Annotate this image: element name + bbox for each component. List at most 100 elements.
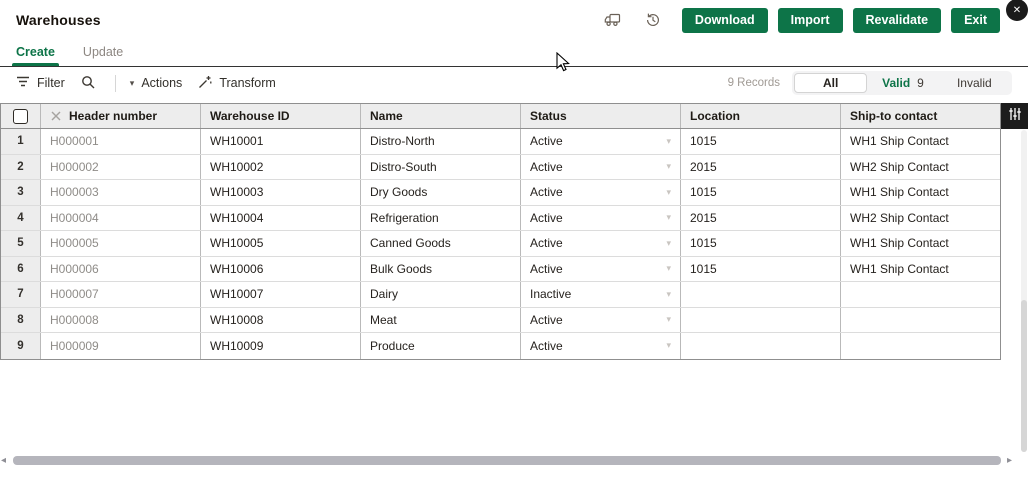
- history-icon[interactable]: [642, 9, 664, 31]
- cell-ship-to-contact[interactable]: [841, 333, 1000, 359]
- cell-header-number[interactable]: H000006: [41, 257, 201, 282]
- tab-create[interactable]: Create: [14, 40, 57, 66]
- cell-name[interactable]: Bulk Goods: [361, 257, 521, 282]
- table-row: 2 H000002 WH10002 Distro-South Active ▾ …: [1, 155, 1000, 181]
- cell-warehouse-id[interactable]: WH10009: [201, 333, 361, 359]
- scroll-left-arrow[interactable]: ◂: [1, 455, 6, 466]
- cell-header-number[interactable]: H000007: [41, 282, 201, 307]
- segment-valid[interactable]: Valid 9: [867, 73, 938, 93]
- cell-ship-to-contact[interactable]: WH1 Ship Contact: [841, 180, 1000, 205]
- cell-header-number[interactable]: H000008: [41, 308, 201, 333]
- table-row: 6 H000006 WH10006 Bulk Goods Active ▾ 10…: [1, 257, 1000, 283]
- cell-warehouse-id[interactable]: WH10006: [201, 257, 361, 282]
- column-header-header-number[interactable]: Header number: [41, 104, 201, 128]
- cell-ship-to-contact[interactable]: WH1 Ship Contact: [841, 129, 1000, 154]
- segment-invalid[interactable]: Invalid: [939, 73, 1010, 93]
- cell-status-dropdown[interactable]: Active ▾: [521, 180, 681, 205]
- cell-name[interactable]: Refrigeration: [361, 206, 521, 231]
- cell-warehouse-id[interactable]: WH10004: [201, 206, 361, 231]
- cell-warehouse-id[interactable]: WH10003: [201, 180, 361, 205]
- column-header-name[interactable]: Name: [361, 104, 521, 128]
- row-number[interactable]: 3: [1, 180, 41, 205]
- cell-status-dropdown[interactable]: Active ▾: [521, 129, 681, 154]
- cell-status-dropdown[interactable]: Active ▾: [521, 206, 681, 231]
- cell-status-dropdown[interactable]: Active ▾: [521, 155, 681, 180]
- actions-menu[interactable]: ▾ Actions: [130, 76, 183, 90]
- cell-name[interactable]: Distro-North: [361, 129, 521, 154]
- cell-name[interactable]: Canned Goods: [361, 231, 521, 256]
- cell-name[interactable]: Distro-South: [361, 155, 521, 180]
- cell-name[interactable]: Produce: [361, 333, 521, 359]
- horizontal-scrollbar-thumb[interactable]: [13, 456, 1001, 465]
- download-button[interactable]: Download: [682, 8, 768, 33]
- cell-ship-to-contact[interactable]: WH2 Ship Contact: [841, 206, 1000, 231]
- cell-header-number[interactable]: H000002: [41, 155, 201, 180]
- cell-header-number[interactable]: H000003: [41, 180, 201, 205]
- row-number[interactable]: 6: [1, 257, 41, 282]
- import-button[interactable]: Import: [778, 8, 843, 33]
- close-button[interactable]: ✕: [1006, 0, 1028, 21]
- cell-ship-to-contact[interactable]: [841, 282, 1000, 307]
- cell-location[interactable]: [681, 333, 841, 359]
- select-all-checkbox[interactable]: [13, 109, 28, 124]
- cell-location[interactable]: 1015: [681, 231, 841, 256]
- cell-name[interactable]: Meat: [361, 308, 521, 333]
- cell-status-dropdown[interactable]: Active ▾: [521, 257, 681, 282]
- cell-status-dropdown[interactable]: Active ▾: [521, 333, 681, 359]
- cell-warehouse-id[interactable]: WH10008: [201, 308, 361, 333]
- cell-location[interactable]: 1015: [681, 257, 841, 282]
- vertical-scrollbar-thumb[interactable]: [1021, 300, 1027, 452]
- column-settings-button[interactable]: [1001, 103, 1028, 129]
- column-header-ship-to-contact[interactable]: Ship-to contact: [841, 104, 1000, 128]
- row-number[interactable]: 5: [1, 231, 41, 256]
- cell-location[interactable]: [681, 282, 841, 307]
- scroll-right-arrow[interactable]: ▸: [1007, 455, 1012, 466]
- revalidate-button[interactable]: Revalidate: [853, 8, 942, 33]
- column-header-location[interactable]: Location: [681, 104, 841, 128]
- status-value: Inactive: [530, 287, 571, 301]
- cell-status-dropdown[interactable]: Inactive ▾: [521, 282, 681, 307]
- row-number[interactable]: 1: [1, 129, 41, 154]
- cell-header-number[interactable]: H000004: [41, 206, 201, 231]
- cell-ship-to-contact[interactable]: [841, 308, 1000, 333]
- sliders-icon: [1008, 107, 1022, 126]
- cell-ship-to-contact[interactable]: WH1 Ship Contact: [841, 231, 1000, 256]
- cell-location[interactable]: 1015: [681, 180, 841, 205]
- segment-invalid-label: Invalid: [957, 76, 992, 90]
- row-number[interactable]: 4: [1, 206, 41, 231]
- segment-all[interactable]: All: [794, 73, 867, 93]
- transform-button[interactable]: Transform: [198, 75, 276, 92]
- cell-location[interactable]: 2015: [681, 155, 841, 180]
- filter-button[interactable]: Filter: [16, 76, 65, 90]
- row-number[interactable]: 8: [1, 308, 41, 333]
- column-header-warehouse-id[interactable]: Warehouse ID: [201, 104, 361, 128]
- status-value: Active: [530, 211, 563, 225]
- row-number[interactable]: 7: [1, 282, 41, 307]
- search-button[interactable]: [81, 75, 95, 92]
- exit-button[interactable]: Exit: [951, 8, 1000, 33]
- cell-status-dropdown[interactable]: Active ▾: [521, 308, 681, 333]
- cell-warehouse-id[interactable]: WH10002: [201, 155, 361, 180]
- cell-header-number[interactable]: H000009: [41, 333, 201, 359]
- cell-warehouse-id[interactable]: WH10007: [201, 282, 361, 307]
- cell-location[interactable]: 2015: [681, 206, 841, 231]
- truck-icon[interactable]: [602, 9, 624, 31]
- cell-status-dropdown[interactable]: Active ▾: [521, 231, 681, 256]
- cell-header-number[interactable]: H000005: [41, 231, 201, 256]
- cell-ship-to-contact[interactable]: WH1 Ship Contact: [841, 257, 1000, 282]
- cell-location[interactable]: [681, 308, 841, 333]
- cell-location[interactable]: 1015: [681, 129, 841, 154]
- row-number[interactable]: 9: [1, 333, 41, 359]
- cell-warehouse-id[interactable]: WH10005: [201, 231, 361, 256]
- transform-label: Transform: [219, 76, 276, 90]
- tab-update[interactable]: Update: [81, 40, 125, 66]
- cell-warehouse-id[interactable]: WH10001: [201, 129, 361, 154]
- cell-name[interactable]: Dairy: [361, 282, 521, 307]
- chevron-down-icon: ▾: [666, 340, 671, 351]
- row-number[interactable]: 2: [1, 155, 41, 180]
- cell-ship-to-contact[interactable]: WH2 Ship Contact: [841, 155, 1000, 180]
- column-header-status[interactable]: Status: [521, 104, 681, 128]
- cell-name[interactable]: Dry Goods: [361, 180, 521, 205]
- table-row: 3 H000003 WH10003 Dry Goods Active ▾ 101…: [1, 180, 1000, 206]
- cell-header-number[interactable]: H000001: [41, 129, 201, 154]
